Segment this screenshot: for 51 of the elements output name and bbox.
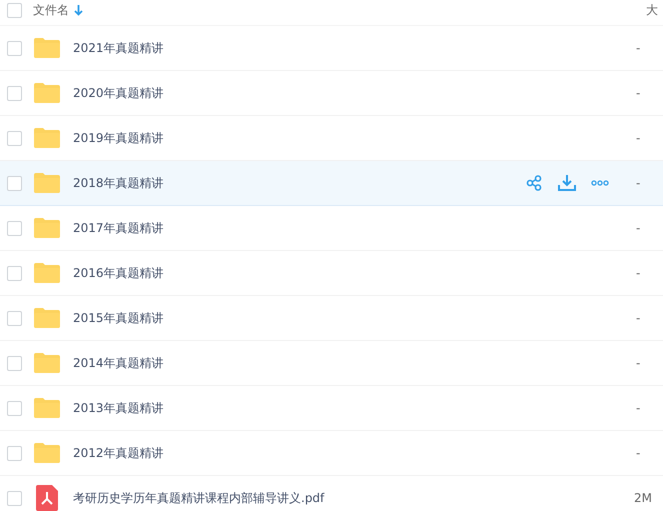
file-size: - bbox=[636, 131, 640, 145]
file-name[interactable]: 2015年真题精讲 bbox=[73, 310, 164, 326]
folder-icon bbox=[33, 397, 61, 419]
sort-down-arrow-icon[interactable] bbox=[74, 5, 83, 16]
file-size: - bbox=[636, 41, 640, 55]
select-all-checkbox[interactable] bbox=[7, 3, 22, 18]
row-checkbox[interactable] bbox=[7, 356, 22, 370]
row-checkbox[interactable] bbox=[7, 176, 22, 190]
row-checkbox[interactable] bbox=[7, 130, 22, 146]
folder-icon bbox=[33, 307, 61, 329]
folder-icon bbox=[33, 262, 61, 284]
file-name[interactable]: 2018年真题精讲 bbox=[73, 174, 164, 192]
folder-icon bbox=[33, 352, 61, 374]
file-size: - bbox=[636, 266, 640, 280]
folder-icon bbox=[33, 442, 61, 464]
row-checkbox[interactable] bbox=[7, 86, 22, 100]
row-checkbox[interactable] bbox=[7, 490, 22, 506]
download-icon[interactable] bbox=[557, 173, 577, 193]
file-name[interactable]: 2017年真题精讲 bbox=[73, 220, 164, 236]
file-size: - bbox=[636, 446, 640, 460]
file-size: - bbox=[636, 356, 640, 370]
file-name[interactable]: 2014年真题精讲 bbox=[73, 354, 164, 372]
row-checkbox[interactable] bbox=[7, 266, 22, 280]
row-checkbox[interactable] bbox=[7, 40, 22, 56]
row-checkbox[interactable] bbox=[7, 400, 22, 416]
row-checkbox[interactable] bbox=[7, 446, 22, 460]
size-column-header[interactable]: 大 bbox=[646, 2, 658, 19]
folder-icon bbox=[33, 172, 61, 194]
share-icon[interactable] bbox=[524, 173, 544, 193]
row-checkbox[interactable] bbox=[7, 310, 22, 326]
file-size: - bbox=[636, 401, 640, 415]
file-size: - bbox=[636, 221, 640, 235]
file-size: - bbox=[636, 86, 640, 100]
pdf-icon bbox=[36, 485, 58, 511]
folder-icon bbox=[33, 82, 61, 104]
file-name[interactable]: 2013年真题精讲 bbox=[73, 400, 164, 416]
file-size: 2M bbox=[634, 491, 652, 505]
folder-icon bbox=[33, 127, 61, 149]
file-name[interactable]: 2020年真题精讲 bbox=[73, 84, 164, 102]
file-name[interactable]: 2021年真题精讲 bbox=[73, 40, 164, 56]
file-size: - bbox=[636, 311, 640, 325]
folder-icon bbox=[33, 217, 61, 239]
folder-icon bbox=[33, 37, 61, 59]
file-name[interactable]: 考研历史学历年真题精讲课程内部辅导讲义.pdf bbox=[73, 490, 324, 506]
file-name[interactable]: 2019年真题精讲 bbox=[73, 130, 164, 146]
row-checkbox[interactable] bbox=[7, 220, 22, 236]
file-size: - bbox=[636, 176, 640, 190]
name-column-header[interactable]: 文件名 bbox=[33, 2, 69, 19]
file-name[interactable]: 2012年真题精讲 bbox=[73, 444, 164, 462]
file-name[interactable]: 2016年真题精讲 bbox=[73, 264, 164, 282]
file-row[interactable]: 2018年真题精讲 - bbox=[0, 161, 663, 206]
